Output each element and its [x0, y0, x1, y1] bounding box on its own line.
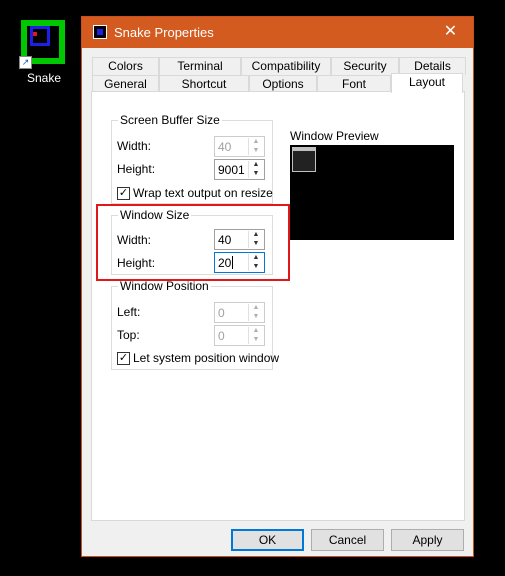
position-left-spinner[interactable]: 0 ▲ ▼: [214, 302, 265, 323]
spin-down-icon[interactable]: ▼: [249, 147, 263, 155]
tab-security[interactable]: Security: [331, 57, 399, 75]
tab-colors[interactable]: Colors: [92, 57, 159, 75]
checkmark-icon: ✓: [117, 352, 130, 365]
spin-up-icon[interactable]: ▲: [249, 304, 263, 312]
spin-down-icon[interactable]: ▼: [249, 336, 263, 344]
buffer-height-label: Height:: [117, 162, 156, 176]
properties-window: Snake Properties ✕ Colors Terminal Compa…: [81, 16, 474, 557]
shortcut-arrow-icon: ↗: [19, 56, 32, 69]
preview-mini-window: [292, 147, 316, 172]
tab-compatibility[interactable]: Compatibility: [241, 57, 331, 75]
spin-down-icon[interactable]: ▼: [249, 170, 263, 178]
screen-buffer-size-title: Screen Buffer Size: [118, 113, 222, 127]
window-position-title: Window Position: [118, 279, 211, 293]
buffer-width-spinner[interactable]: 40 ▲ ▼: [214, 136, 265, 157]
spin-down-icon[interactable]: ▼: [249, 313, 263, 321]
spin-up-icon[interactable]: ▲: [249, 327, 263, 335]
close-button[interactable]: ✕: [428, 17, 473, 48]
cancel-button[interactable]: Cancel: [311, 529, 384, 551]
window-title: Snake Properties: [114, 25, 214, 40]
let-system-position-label: Let system position window: [133, 351, 280, 365]
window-preview-label: Window Preview: [290, 129, 379, 143]
screen-buffer-size-group: Screen Buffer Size Width: 40 ▲ ▼ Height: …: [111, 113, 273, 204]
apply-button[interactable]: Apply: [391, 529, 464, 551]
spin-up-icon[interactable]: ▲: [249, 138, 263, 146]
buffer-width-label: Width:: [117, 139, 152, 153]
window-size-highlight: [96, 204, 290, 281]
title-bar[interactable]: Snake Properties ✕: [82, 17, 473, 48]
desktop-shortcut-snake[interactable]: ↗ Snake: [19, 18, 69, 88]
position-left-label: Left:: [117, 305, 141, 319]
checkmark-icon: ✓: [117, 187, 130, 200]
console-app-icon: [93, 25, 107, 39]
desktop-icon-label: Snake: [26, 71, 62, 85]
layout-tab-panel: Screen Buffer Size Width: 40 ▲ ▼ Height: …: [91, 91, 465, 521]
tab-layout[interactable]: Layout: [391, 73, 463, 93]
position-top-label: Top:: [117, 328, 140, 342]
wrap-text-label: Wrap text output on resize: [133, 186, 273, 200]
spin-up-icon[interactable]: ▲: [249, 161, 263, 169]
tab-terminal[interactable]: Terminal: [159, 57, 241, 75]
window-position-group: Window Position Left: 0 ▲ ▼ Top: 0 ▲ ▼ ✓ L…: [111, 279, 279, 370]
position-top-spinner[interactable]: 0 ▲ ▼: [214, 325, 265, 346]
window-preview: [290, 145, 454, 240]
buffer-height-spinner[interactable]: 9001 ▲ ▼: [214, 159, 265, 180]
ok-button[interactable]: OK: [231, 529, 304, 551]
